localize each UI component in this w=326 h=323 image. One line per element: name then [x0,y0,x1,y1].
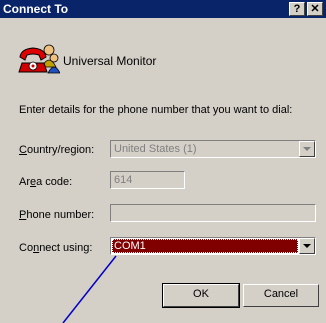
annotation-pointer-line [62,255,117,323]
